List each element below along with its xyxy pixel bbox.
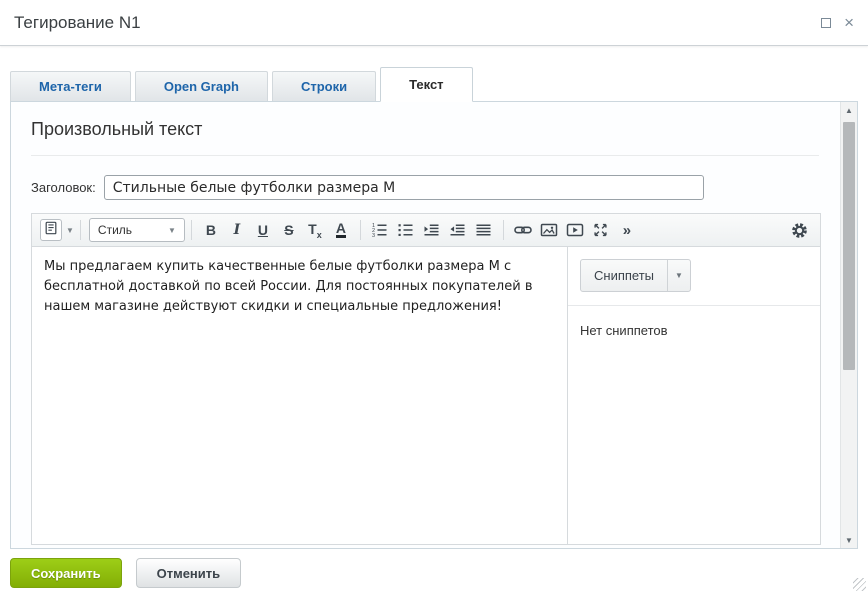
image-icon	[540, 222, 558, 238]
dialog-title: Тегирование N1	[14, 13, 141, 33]
cancel-button[interactable]: Отменить	[136, 558, 242, 588]
window-buttons: ×	[821, 18, 854, 28]
tab-content-panel: Произвольный текст Заголовок: ▼ Стиль ▼	[10, 101, 858, 549]
bold-button[interactable]: B	[198, 217, 224, 243]
remove-format-button[interactable]: Tx	[302, 217, 328, 243]
editor-paragraph: Мы предлагаем купить качественные белые …	[44, 257, 555, 317]
outdent-button[interactable]	[445, 217, 471, 243]
bullet-list-icon	[397, 222, 414, 238]
divider	[568, 305, 820, 306]
indent-button[interactable]	[419, 217, 445, 243]
page-title: Произвольный текст	[31, 119, 837, 140]
settings-button[interactable]	[786, 217, 812, 243]
document-icon	[44, 221, 58, 240]
style-dropdown[interactable]: Стиль ▼	[89, 218, 185, 242]
toolbar-separator	[360, 220, 361, 240]
link-button[interactable]	[510, 217, 536, 243]
style-dropdown-value: Стиль	[98, 223, 132, 237]
justify-button[interactable]	[471, 217, 497, 243]
bold-icon: B	[206, 222, 216, 238]
bullet-list-button[interactable]	[393, 217, 419, 243]
tab-bar: Мета-теги Open Graph Строки Текст	[0, 67, 868, 101]
ordered-list-button[interactable]: 123	[367, 217, 393, 243]
scroll-up-icon[interactable]: ▲	[841, 102, 857, 118]
snippets-split-button[interactable]: Сниппеты ▼	[580, 259, 691, 292]
italic-button[interactable]: I	[224, 217, 250, 243]
more-tools-button[interactable]: »	[614, 217, 640, 243]
indent-icon	[423, 222, 440, 238]
video-button[interactable]	[562, 217, 588, 243]
vertical-scrollbar[interactable]: ▲ ▼	[840, 102, 857, 548]
video-icon	[566, 222, 584, 238]
outdent-icon	[449, 222, 466, 238]
divider	[31, 155, 819, 156]
image-button[interactable]	[536, 217, 562, 243]
dialog-titlebar: Тегирование N1 ×	[0, 0, 868, 46]
justify-icon	[475, 222, 492, 238]
toolbar-separator	[503, 220, 504, 240]
fullscreen-icon	[592, 222, 609, 238]
toolbar-separator	[191, 220, 192, 240]
title-field-label: Заголовок:	[31, 180, 96, 195]
close-icon[interactable]: ×	[844, 18, 854, 28]
underline-icon: U	[258, 222, 268, 238]
gear-icon	[791, 222, 808, 239]
tab-text[interactable]: Текст	[380, 67, 472, 102]
tab-strings[interactable]: Строки	[272, 71, 376, 101]
snippets-empty-text: Нет сниппетов	[580, 323, 808, 338]
italic-icon: I	[234, 222, 241, 238]
tab-meta-tags[interactable]: Мета-теги	[10, 71, 131, 101]
editor-text-area[interactable]: Мы предлагаем купить качественные белые …	[32, 247, 567, 544]
editor-body: Мы предлагаем купить качественные белые …	[32, 247, 820, 544]
ordered-list-icon: 123	[371, 222, 388, 238]
snippets-button-label[interactable]: Сниппеты	[581, 260, 667, 291]
editor-toolbar: ▼ Стиль ▼ B I U S Tx A 123	[32, 214, 820, 247]
svg-text:3: 3	[372, 233, 375, 238]
text-color-button[interactable]: A	[328, 217, 354, 243]
dialog-footer: Сохранить Отменить	[10, 558, 868, 588]
title-input[interactable]	[104, 175, 704, 200]
scroll-down-icon[interactable]: ▼	[841, 532, 857, 548]
fullscreen-button[interactable]	[588, 217, 614, 243]
text-color-icon: A	[336, 222, 346, 238]
chevron-down-icon[interactable]: ▼	[667, 260, 690, 291]
title-form-row: Заголовок:	[31, 175, 857, 200]
underline-button[interactable]: U	[250, 217, 276, 243]
chevron-down-icon: ▼	[168, 226, 176, 235]
tab-open-graph[interactable]: Open Graph	[135, 71, 268, 101]
link-icon	[514, 222, 532, 238]
remove-format-icon: Tx	[308, 221, 322, 240]
maximize-icon[interactable]	[821, 18, 831, 28]
strikethrough-button[interactable]: S	[276, 217, 302, 243]
toolbar-separator	[80, 220, 81, 240]
double-chevron-icon: »	[623, 222, 631, 239]
resize-handle[interactable]	[853, 578, 866, 591]
scrollbar-thumb[interactable]	[843, 122, 855, 370]
chevron-down-icon[interactable]: ▼	[66, 226, 74, 235]
snippets-panel: Сниппеты ▼ Нет сниппетов	[567, 247, 820, 544]
insert-snippet-button[interactable]	[40, 219, 62, 241]
html-editor: ▼ Стиль ▼ B I U S Tx A 123	[31, 213, 821, 545]
strikethrough-icon: S	[284, 222, 293, 238]
save-button[interactable]: Сохранить	[10, 558, 122, 588]
